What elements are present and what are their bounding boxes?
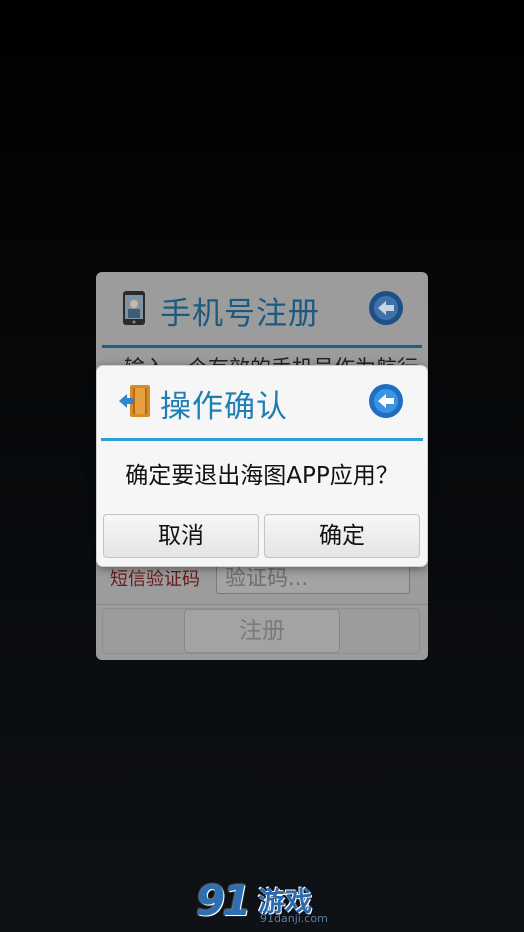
back-arrow-icon[interactable] (368, 383, 404, 423)
back-arrow-icon[interactable] (368, 290, 404, 330)
exit-confirm-divider (101, 438, 423, 441)
sms-code-label: 短信验证码 (110, 569, 200, 590)
cancel-button[interactable]: 取消 (103, 514, 259, 558)
watermark-domain: 91danji.com (260, 912, 328, 925)
exit-confirm-message: 确定要退出海图APP应用？ (125, 463, 399, 489)
register-dialog-header: 手机号注册 (96, 272, 428, 346)
exit-confirm-dialog: 操作确认 确定要退出海图APP应用？ 取消 确定 (97, 366, 427, 566)
register-button[interactable]: 注册 (184, 609, 340, 653)
phone-icon (122, 290, 146, 330)
register-dialog-divider (102, 345, 422, 348)
exit-door-icon (117, 383, 153, 423)
exit-confirm-title: 操作确认 (160, 389, 288, 425)
register-dialog-title: 手机号注册 (160, 296, 320, 332)
watermark-number: 91 (196, 876, 251, 925)
confirm-button[interactable]: 确定 (264, 514, 420, 558)
register-footer-divider (96, 604, 428, 605)
